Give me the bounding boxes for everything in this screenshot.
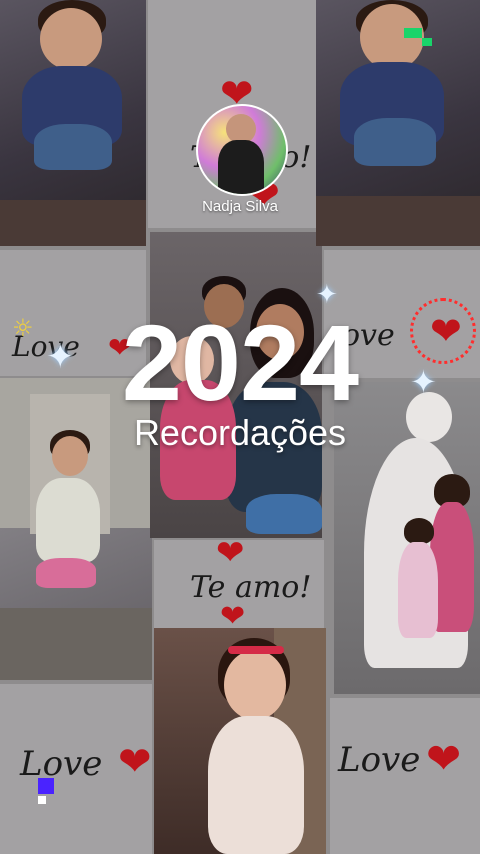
profile-name[interactable]: Nadja Silva [160, 198, 320, 215]
pixel-decoration-blue [38, 778, 54, 794]
pixel-decoration-green-small [422, 38, 432, 46]
year-title: 2024 [121, 302, 359, 423]
pixel-decoration-green [404, 28, 422, 38]
pixel-decoration-white [38, 796, 46, 804]
subtitle: Recordações [133, 412, 347, 453]
te-amo-card-middle: ❤ Te amo! ❤ [154, 540, 324, 630]
love-card-4-text: Love [338, 740, 421, 780]
heart-icon: ❤ [220, 599, 246, 631]
photo-baby-1 [0, 0, 146, 246]
love-card-3-text: Love [20, 744, 103, 784]
heart-icon: ❤ [216, 540, 245, 573]
te-amo-middle-text: Te amo! [190, 570, 312, 605]
profile-avatar[interactable] [196, 104, 288, 196]
heart-icon: ❤ [118, 739, 152, 785]
love-card-3: Love ❤ [0, 684, 152, 854]
photo-toddler-smile [154, 628, 326, 854]
heart-icon: ❤ [426, 734, 462, 783]
love-card-4: Love ❤ [330, 698, 480, 854]
photo-baby-2 [316, 0, 480, 246]
